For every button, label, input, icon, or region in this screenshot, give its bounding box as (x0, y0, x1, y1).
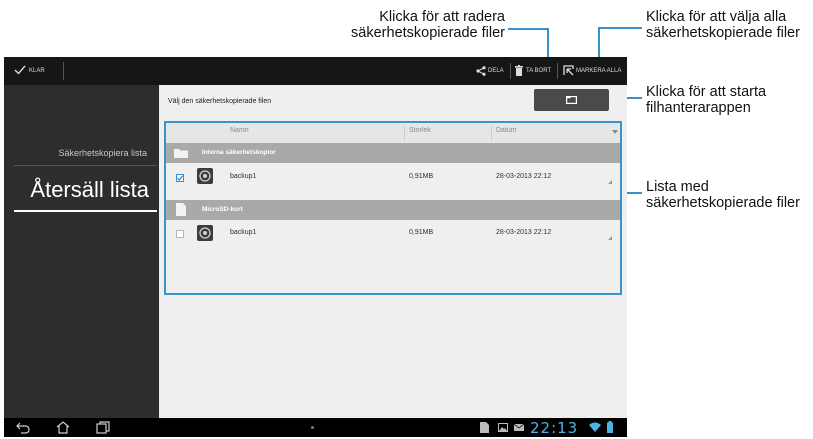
folder-icon (174, 148, 188, 158)
corner-indicator-icon (608, 236, 612, 240)
sort-icon (612, 130, 618, 135)
file-size: 0,91MB (409, 229, 434, 236)
select-all-icon (563, 65, 574, 76)
sd-card-icon (176, 203, 186, 216)
sidebar-divider (14, 165, 157, 166)
annotation-list-line2: säkerhetskopierade filer (646, 195, 800, 211)
delete-button[interactable]: TA BORT (513, 57, 555, 85)
tablet-screenshot: KLAR DELA TA BORT MARKERA ALLA Säkerhets… (4, 57, 627, 437)
backup-file-icon (197, 168, 213, 184)
column-divider (491, 126, 492, 140)
mail-icon (514, 424, 524, 431)
page-title: Välj den säkerhetskopierade filen (168, 98, 272, 105)
column-size: Storlek (409, 127, 431, 134)
sd-card-status-icon (480, 422, 489, 433)
list-header: Namn Storlek Datum (166, 123, 620, 143)
column-divider (404, 126, 405, 140)
action-bar-divider-2 (510, 63, 511, 79)
content-panel: Välj den säkerhetskopierade filen Namn S… (159, 85, 627, 418)
system-bar: 22:13 (4, 418, 627, 437)
annotation-list-line1: Lista med (646, 179, 709, 195)
group-label: Interna säkerhetskopior (202, 149, 276, 156)
checkmark-icon (14, 65, 26, 75)
table-row[interactable]: backup1 0,91MB 28-03-2013 22:12 (166, 220, 620, 257)
trash-icon (515, 65, 523, 76)
checkbox-checked-icon[interactable] (176, 174, 184, 182)
home-icon[interactable] (56, 421, 70, 434)
action-bar-divider (63, 62, 64, 80)
annotation-select-all-line2: säkerhetskopierade filer (646, 25, 800, 41)
sidebar-item-label: Återsäll lista (30, 177, 149, 202)
share-label: DELA (488, 68, 504, 74)
sidebar: Säkerhetskopiera lista Återsäll lista (4, 85, 159, 418)
recent-apps-icon[interactable] (96, 421, 110, 434)
done-button[interactable]: KLAR (10, 57, 60, 85)
gallery-icon (498, 423, 508, 432)
backup-file-icon (197, 225, 213, 241)
annotation-delete: Klicka för att radera säkerhetskopierade… (340, 9, 505, 41)
sidebar-item-label: Säkerhetskopiera lista (58, 148, 147, 158)
sidebar-item-backup-list[interactable]: Säkerhetskopiera lista (4, 145, 159, 175)
file-manager-button[interactable] (534, 89, 609, 111)
group-label: MicroSD-kort (202, 206, 243, 213)
annotation-file-manager: Klicka för att starta filhanterarappen (646, 84, 813, 116)
select-all-button[interactable]: MARKERA ALLA (561, 57, 627, 85)
done-label: KLAR (29, 68, 45, 74)
group-header-internal: Interna säkerhetskopior (166, 143, 620, 163)
checkbox-icon[interactable] (176, 230, 184, 238)
file-name: backup1 (230, 173, 257, 180)
annotation-list: Lista med säkerhetskopierade filer (646, 179, 813, 211)
file-date: 28-03-2013 22:12 (496, 229, 552, 236)
select-all-label: MARKERA ALLA (576, 68, 622, 74)
delete-label: TA BORT (526, 68, 552, 74)
annotation-delete-line2: säkerhetskopierade filer (351, 25, 505, 41)
file-name: backup1 (230, 229, 257, 236)
share-icon (476, 66, 486, 76)
back-icon[interactable] (16, 421, 30, 434)
annotation-select-all-line1: Klicka för att välja alla (646, 9, 787, 25)
annotation-file-manager-line2: filhanterarappen (646, 100, 751, 116)
backup-file-list: Namn Storlek Datum Interna säkerhetskopi… (164, 121, 622, 295)
action-bar: KLAR DELA TA BORT MARKERA ALLA (4, 57, 627, 85)
annotation-select-all: Klicka för att välja alla säkerhetskopie… (646, 9, 813, 41)
file-date: 28-03-2013 22:12 (496, 173, 552, 180)
battery-icon (607, 421, 613, 433)
annotation-file-manager-line1: Klicka för att starta (646, 84, 767, 100)
corner-indicator-icon (608, 180, 612, 184)
leader-delete-h (508, 28, 549, 30)
clock: 22:13 (530, 419, 579, 437)
sidebar-active-underline (14, 210, 157, 212)
group-header-sd: MicroSD-kort (166, 200, 620, 220)
action-bar-divider-3 (557, 63, 558, 79)
leader-select-all-v (598, 27, 600, 61)
share-button[interactable]: DELA (476, 57, 510, 85)
leader-select-all-h (598, 27, 642, 29)
wifi-icon (589, 422, 601, 432)
sidebar-item-restore-list[interactable]: Återsäll lista (4, 175, 159, 219)
file-size: 0,91MB (409, 173, 434, 180)
column-name: Namn (230, 127, 249, 134)
menu-dot-icon[interactable] (311, 426, 314, 429)
table-row[interactable]: backup1 0,91MB 28-03-2013 22:12 (166, 163, 620, 200)
column-date: Datum (496, 127, 517, 134)
annotation-delete-line1: Klicka för att radera (379, 9, 505, 25)
folder-icon (566, 96, 577, 104)
